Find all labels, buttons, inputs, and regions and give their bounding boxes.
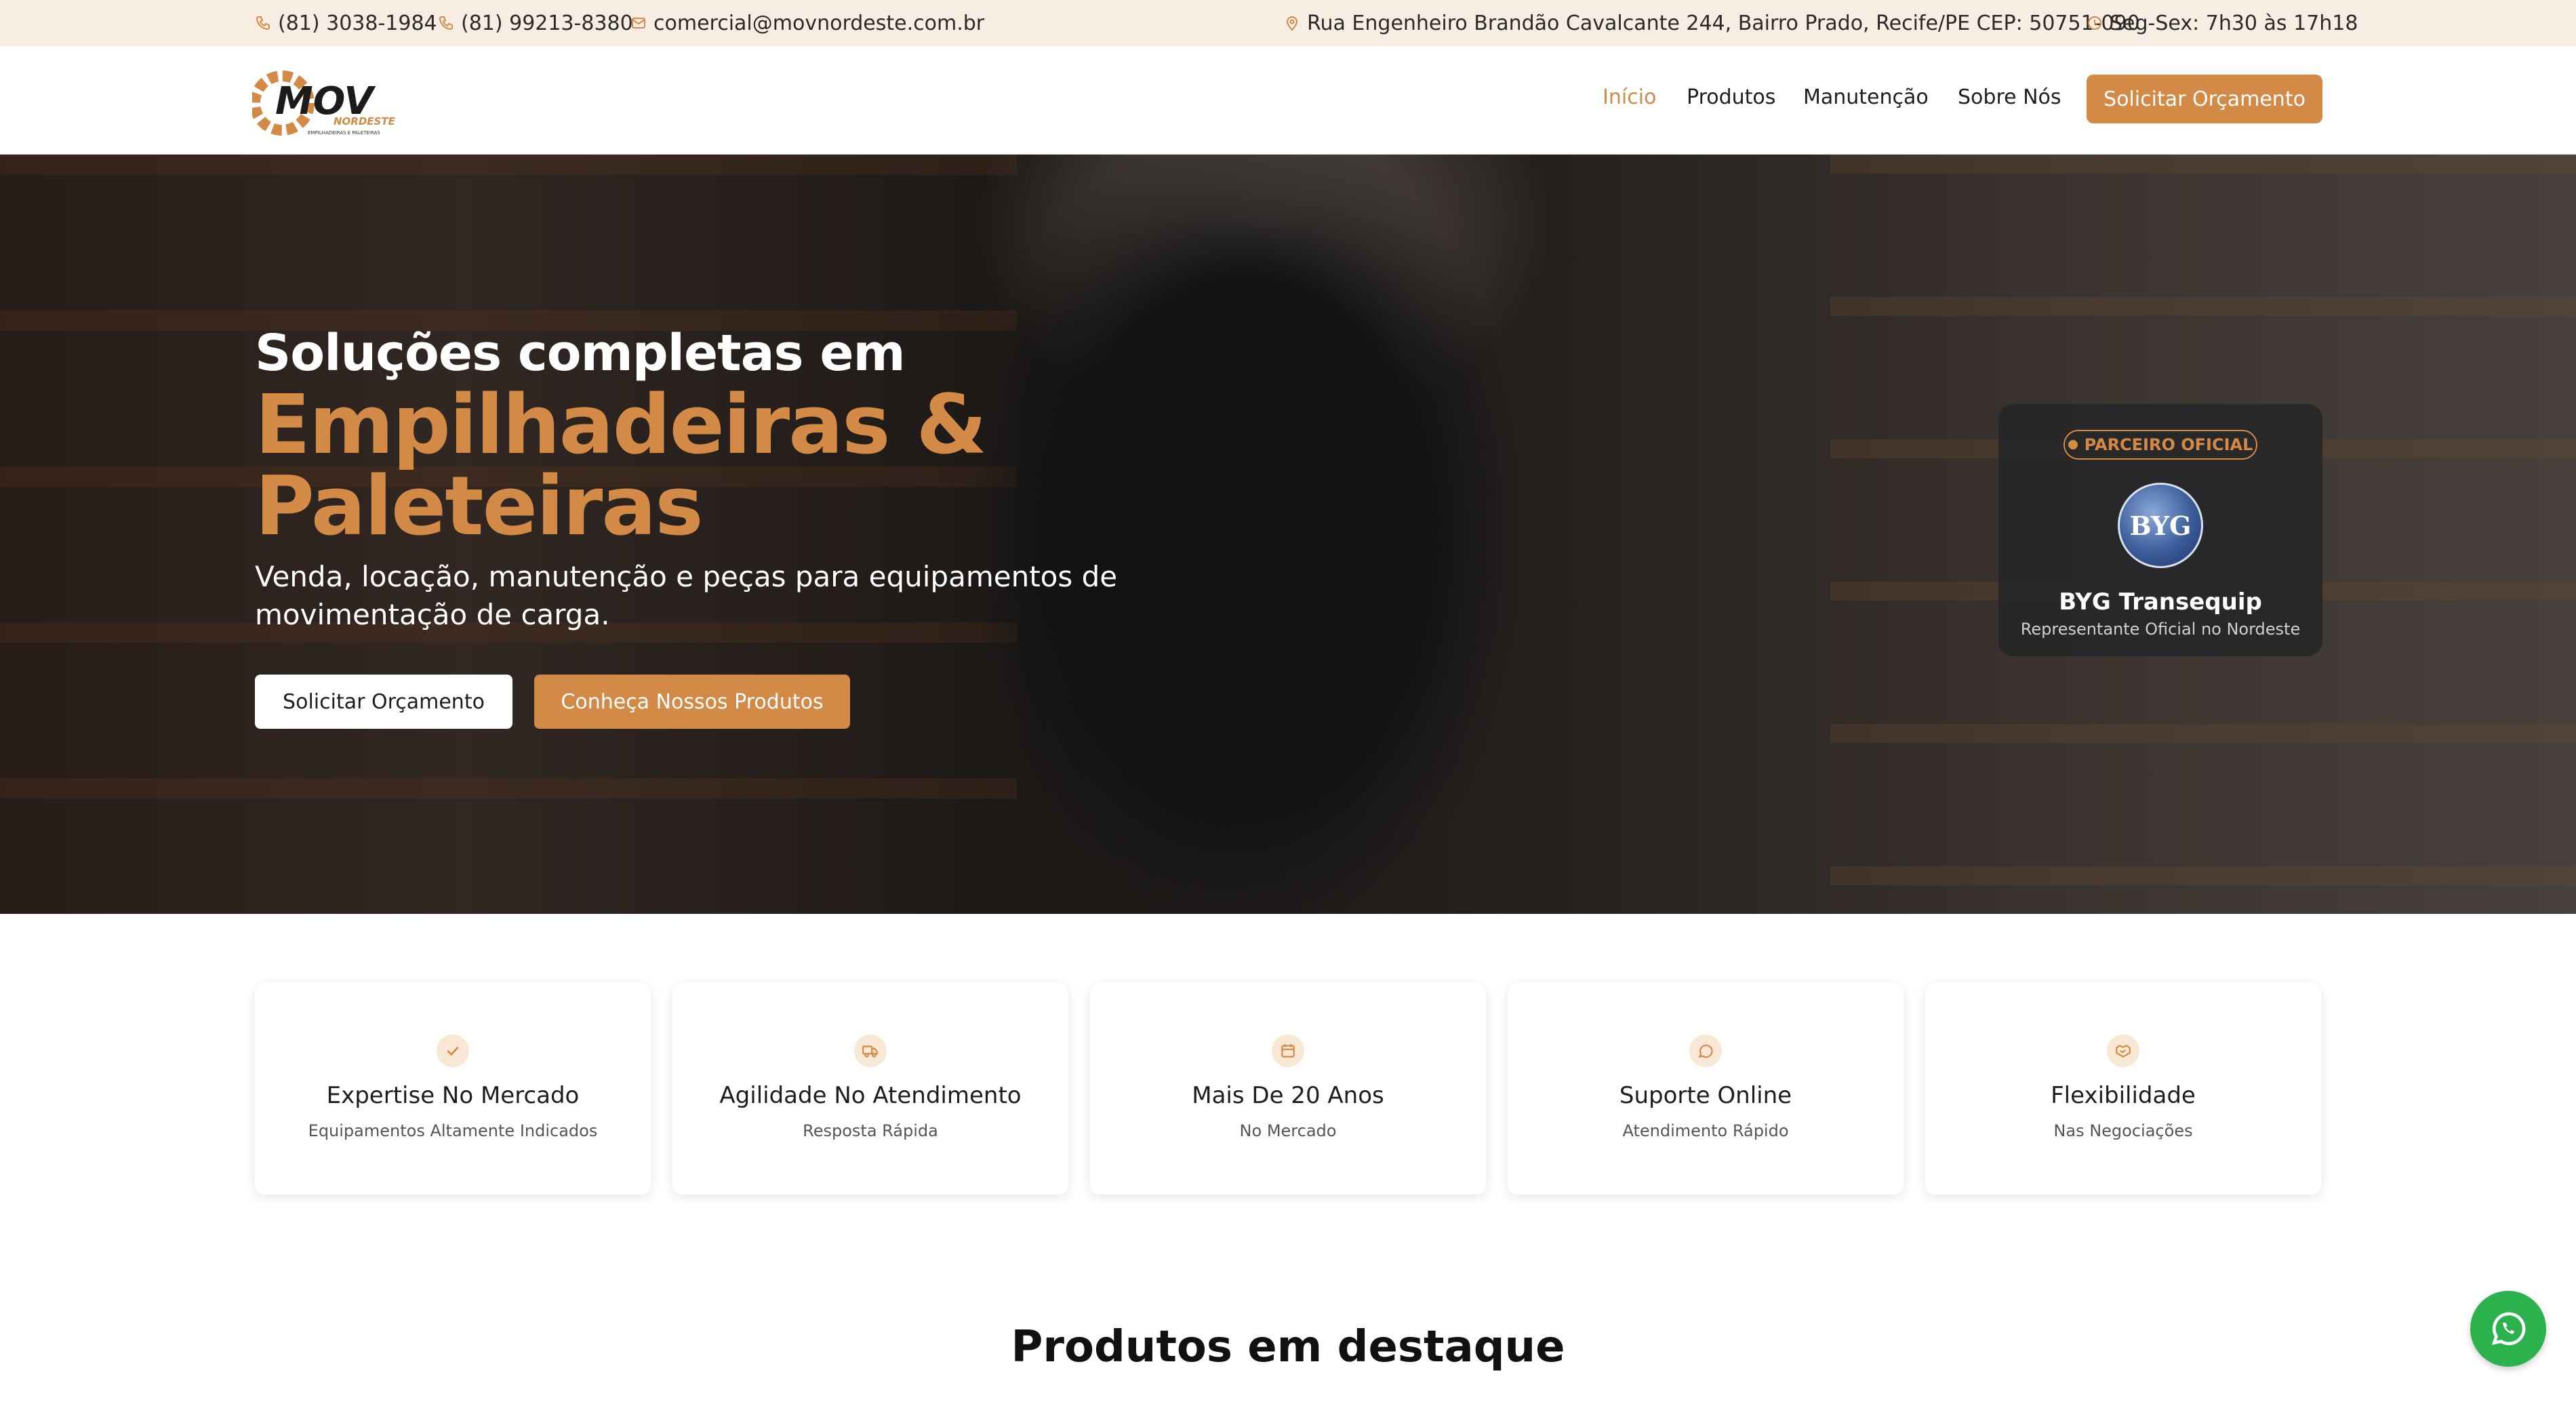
feature-title: Suporte Online [1619, 1082, 1792, 1109]
nav-sobre-nos[interactable]: Sobre Nós [1958, 85, 2061, 109]
featured-products-title: Produtos em destaque [1011, 1322, 1565, 1372]
feature-card-agilidade: Agilidade No Atendimento Resposta Rápida [672, 983, 1068, 1195]
phone-2[interactable]: (81) 99213-8380 [438, 0, 633, 46]
hero-products-button[interactable]: Conheça Nossos Produtos [534, 675, 850, 729]
feature-title: Expertise No Mercado [326, 1082, 580, 1109]
handshake-icon [2107, 1035, 2139, 1067]
partner-card: PARCEIRO OFICIAL BYG BYG Transequip Repr… [1998, 404, 2322, 656]
whatsapp-button[interactable] [2470, 1291, 2546, 1367]
business-hours: Seg-Sex: 7h30 às 17h18 [2087, 0, 2358, 46]
logo-tagline: EMPILHADEIRAS E PALETEIRAS [308, 130, 380, 136]
feature-card-expertise: Expertise No Mercado Equipamentos Altame… [255, 983, 651, 1195]
truck-icon [854, 1035, 887, 1067]
byg-logo-text: BYG [2129, 510, 2192, 541]
phone-1[interactable]: (81) 3038-1984 [255, 0, 437, 46]
phone-icon [439, 16, 453, 31]
hero-subtitle: Venda, locação, manutenção e peças para … [255, 560, 1118, 631]
email-link[interactable]: comercial@movnordeste.com.br [630, 0, 984, 46]
address-text: Rua Engenheiro Brandão Cavalcante 244, B… [1307, 11, 2140, 35]
hero-title-line-2: Paleteiras [255, 460, 704, 554]
partner-name: BYG Transequip [2059, 588, 2262, 616]
header-quote-button[interactable]: Solicitar Orçamento [2087, 75, 2322, 123]
byg-logo: BYG [2118, 483, 2203, 568]
site-header: MOV NORDESTE EMPILHADEIRAS E PALETEIRAS … [0, 46, 2576, 155]
feature-subtitle: Atendimento Rápido [1622, 1121, 1789, 1140]
feature-subtitle: No Mercado [1239, 1121, 1337, 1140]
top-contact-bar: (81) 3038-1984 (81) 99213-8380 comercial… [0, 0, 2576, 46]
badge-dot-icon [2068, 440, 2078, 449]
check-icon [437, 1035, 469, 1067]
partner-badge: PARCEIRO OFICIAL [2064, 430, 2257, 460]
feature-subtitle: Nas Negociações [2053, 1121, 2193, 1140]
clock-icon [2088, 16, 2101, 30]
feature-subtitle: Resposta Rápida [803, 1121, 938, 1140]
feature-title: Agilidade No Atendimento [719, 1082, 1022, 1109]
feature-card-flexibilidade: Flexibilidade Nas Negociações [1925, 983, 2321, 1195]
partner-description: Representante Oficial no Nordeste [2020, 620, 2301, 639]
whatsapp-icon [2491, 1312, 2526, 1346]
hero-title-line-1: Empilhadeiras & [255, 378, 987, 473]
hero-pre-title: Soluções completas em [255, 324, 906, 382]
address: Rua Engenheiro Brandão Cavalcante 244, B… [1284, 0, 2140, 46]
nav-manutencao[interactable]: Manutenção [1803, 85, 1929, 109]
feature-card-anos: Mais De 20 Anos No Mercado [1090, 983, 1486, 1195]
phone-1-text: (81) 3038-1984 [278, 11, 437, 35]
chat-icon [1689, 1035, 1722, 1067]
mail-icon [632, 18, 645, 28]
feature-title: Flexibilidade [2051, 1082, 2196, 1109]
logo-sub: NORDESTE [334, 115, 396, 127]
feature-subtitle: Equipamentos Altamente Indicados [308, 1121, 598, 1140]
map-pin-icon [1286, 16, 1298, 31]
feature-title: Mais De 20 Anos [1192, 1082, 1384, 1109]
mov-nordeste-logo[interactable]: MOV NORDESTE EMPILHADEIRAS E PALETEIRAS [249, 66, 401, 140]
feature-card-suporte: Suporte Online Atendimento Rápido [1508, 983, 1904, 1195]
nav-produtos[interactable]: Produtos [1687, 85, 1775, 109]
hours-text: Seg-Sex: 7h30 às 17h18 [2110, 11, 2358, 35]
phone-2-text: (81) 99213-8380 [461, 11, 633, 35]
partner-badge-text: PARCEIRO OFICIAL [2084, 435, 2253, 454]
email-text: comercial@movnordeste.com.br [653, 11, 985, 35]
hero-title: Empilhadeiras & Paleteiras [255, 378, 987, 554]
nav-inicio[interactable]: Início [1603, 85, 1656, 109]
calendar-icon [1272, 1035, 1304, 1067]
hero-quote-button[interactable]: Solicitar Orçamento [255, 675, 512, 729]
phone-icon [256, 16, 270, 31]
hero-section: Soluções completas em Empilhadeiras & Pa… [0, 155, 2576, 914]
